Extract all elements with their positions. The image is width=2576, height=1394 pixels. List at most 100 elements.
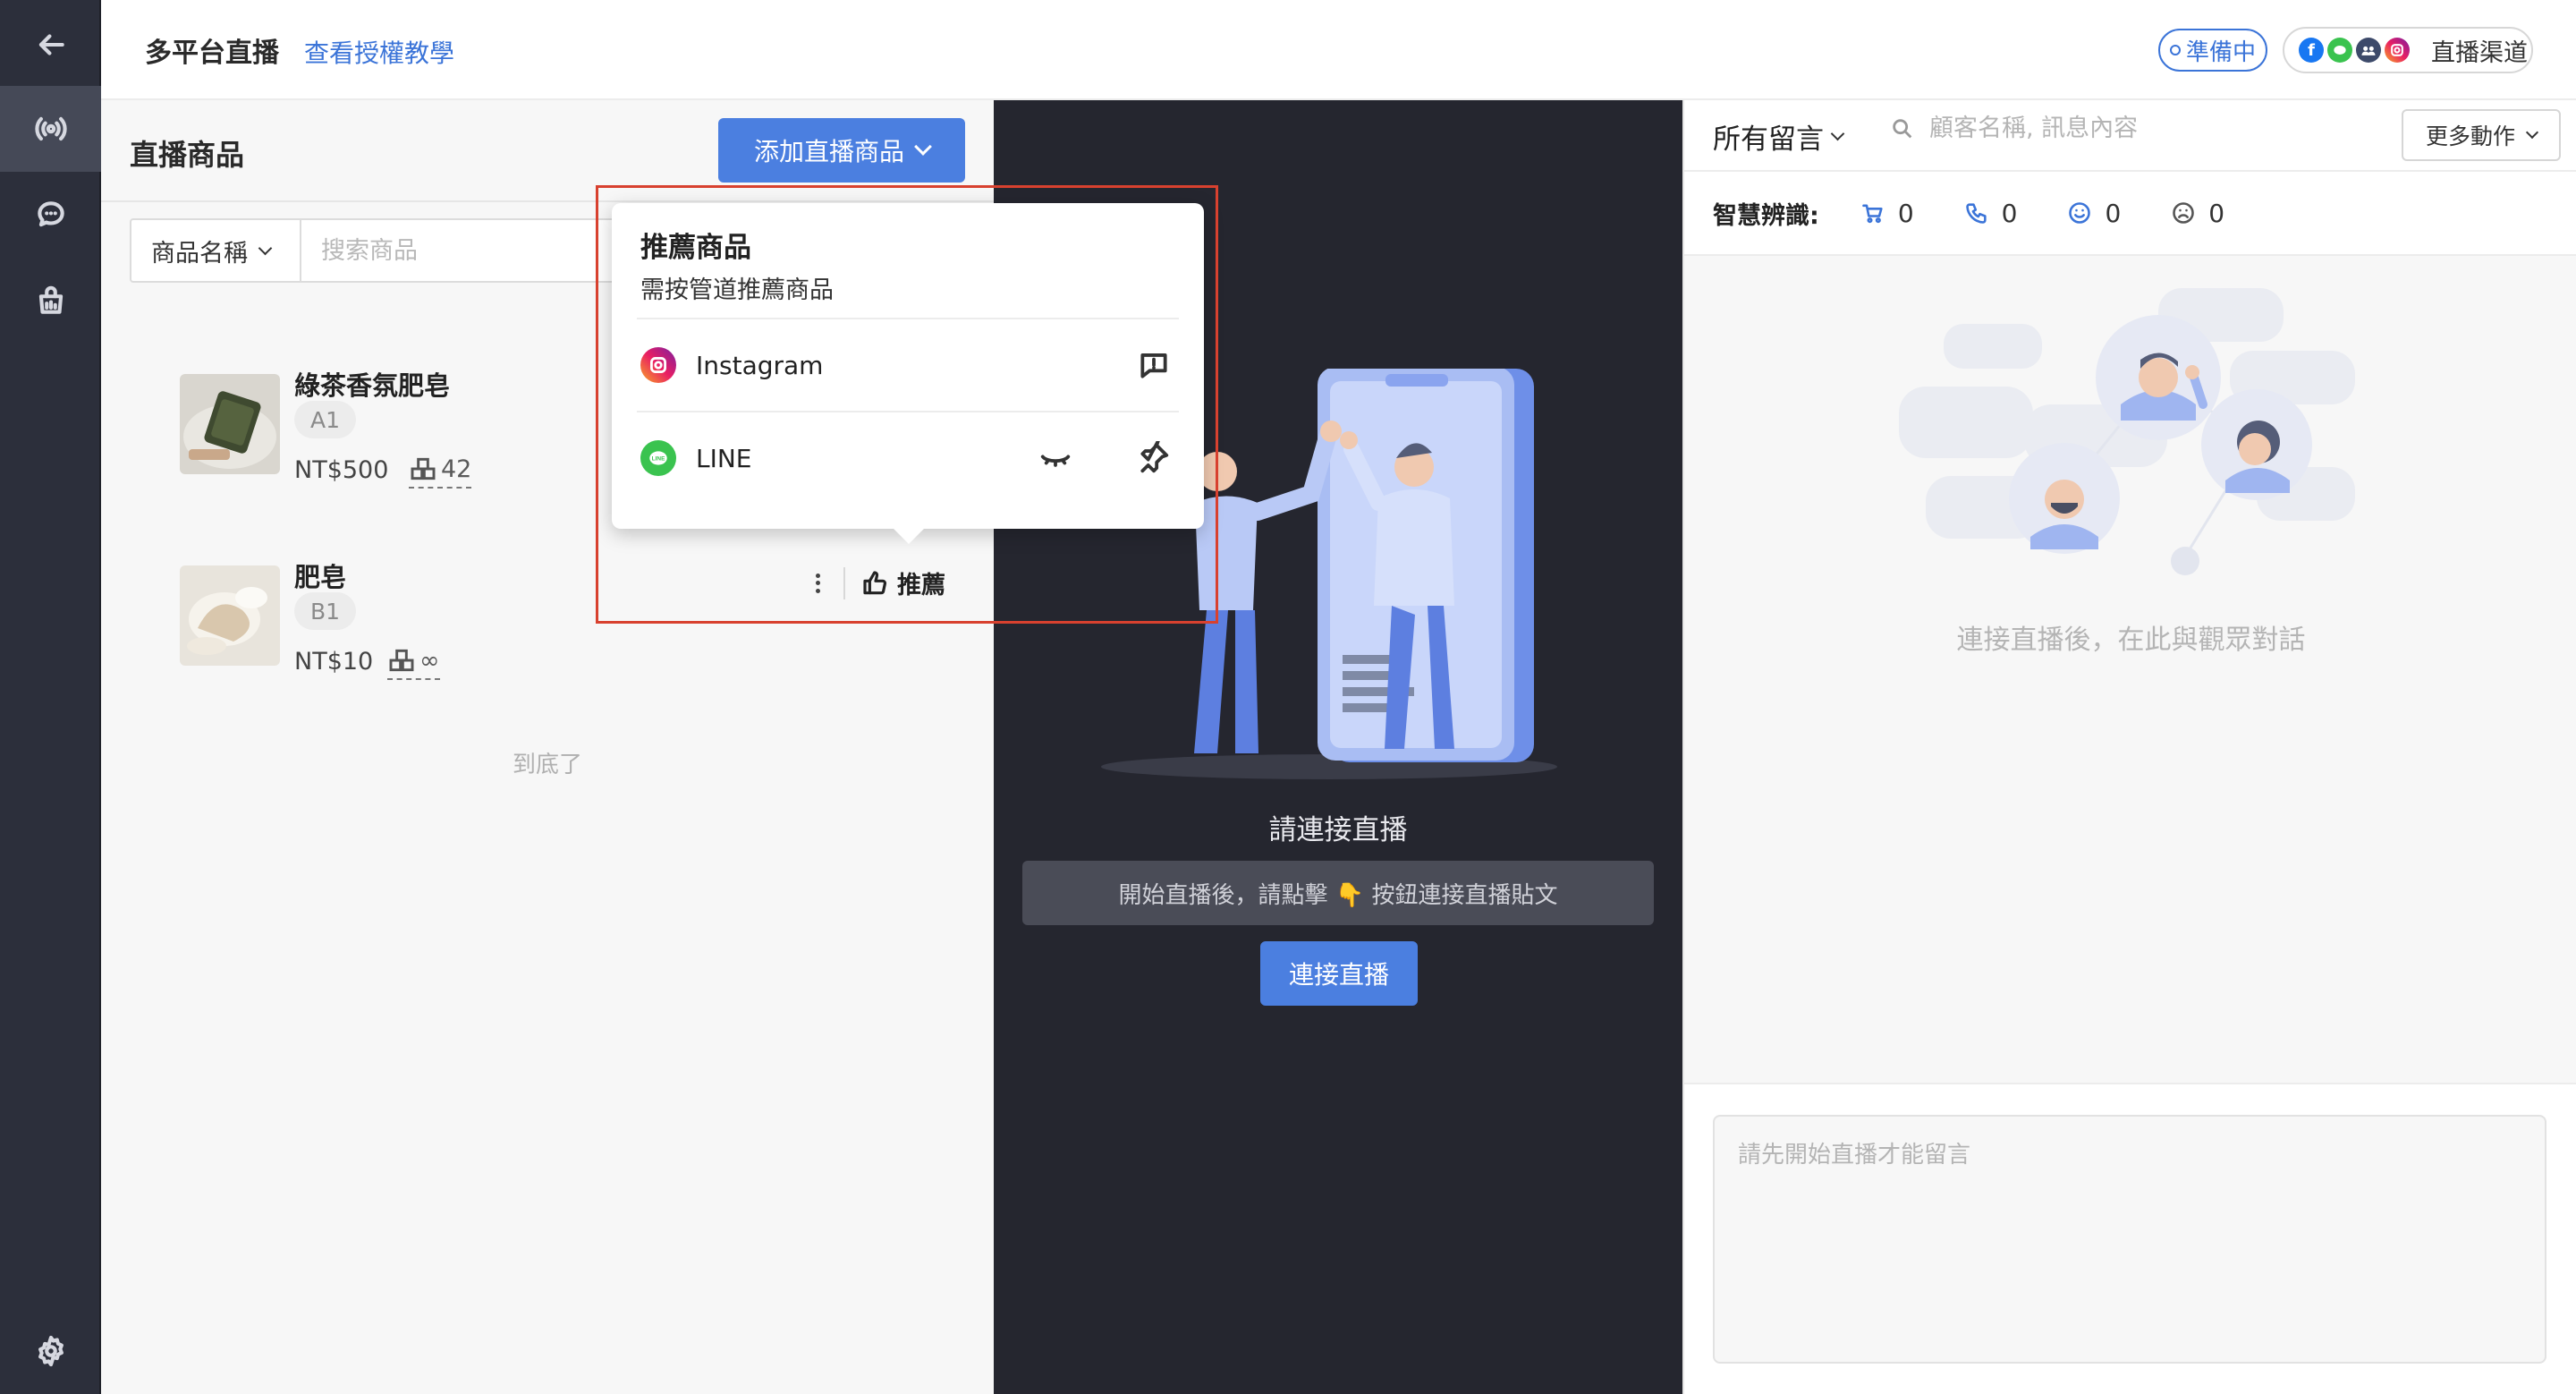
phone-icon xyxy=(1965,203,1987,224)
products-title: 直播商品 xyxy=(130,138,245,172)
tutorial-link[interactable]: 查看授權教學 xyxy=(304,34,454,70)
stock-count: 42 xyxy=(441,455,472,483)
facebook-icon: f xyxy=(2299,38,2324,63)
popover-channel-line: LINE LINE xyxy=(637,411,1179,504)
filter-field-select[interactable]: 商品名稱 xyxy=(131,220,301,281)
inventory-icon xyxy=(411,457,436,480)
product-stock[interactable]: 42 xyxy=(409,455,472,489)
hide-action-button[interactable] xyxy=(1036,438,1075,478)
product-filter: 商品名稱 xyxy=(130,218,631,283)
add-product-button[interactable]: 添加直播商品 xyxy=(718,118,965,183)
smart-filter-happy[interactable]: 0 xyxy=(2067,199,2121,228)
count-value: 0 xyxy=(2208,198,2225,228)
instagram-icon xyxy=(2385,38,2410,63)
comment-search xyxy=(1890,115,2341,142)
smart-detect-label: 智慧辨識: xyxy=(1713,201,1819,230)
connect-hint: 開始直播後，請點擊 👇 按鈕連接直播貼文 xyxy=(1022,861,1654,925)
recommend-label: 推薦 xyxy=(897,572,945,599)
comments-header: 所有留言 更多動作 xyxy=(1684,100,2576,172)
cart-icon xyxy=(1862,204,1883,224)
nav-messages[interactable] xyxy=(0,172,101,258)
product-image xyxy=(180,565,280,666)
composer-area xyxy=(1684,1083,2576,1394)
smart-filter-sad[interactable]: 0 xyxy=(2171,199,2224,228)
chevron-down-icon xyxy=(914,138,932,156)
smart-filter-cart[interactable]: 0 xyxy=(1860,199,1914,228)
product-tag: A1 xyxy=(294,401,357,438)
frown-icon xyxy=(2173,202,2195,224)
channel-name: LINE xyxy=(696,443,752,473)
back-button[interactable] xyxy=(0,2,101,88)
channel-name: Instagram xyxy=(696,350,824,380)
comment-action-button[interactable] xyxy=(1134,345,1174,385)
product-price: NT$10 xyxy=(294,648,374,676)
comment-filter-dropdown[interactable]: 所有留言 xyxy=(1713,116,1845,157)
nav-settings[interactable] xyxy=(0,1308,101,1394)
chat-bubble-icon xyxy=(37,201,64,227)
comment-search-input[interactable] xyxy=(1929,115,2341,142)
product-tag: B1 xyxy=(294,592,357,630)
top-bar: 多平台直播 查看授權教學 準備中 f 直播渠道 xyxy=(101,0,2576,100)
inventory-icon xyxy=(389,649,414,672)
chevron-down-icon xyxy=(2525,125,2539,140)
popover-channel-instagram: Instagram xyxy=(637,318,1179,411)
count-value: 0 xyxy=(2001,198,2018,228)
instagram-icon xyxy=(640,347,676,383)
stock-count: ∞ xyxy=(419,646,440,675)
product-image xyxy=(180,374,280,474)
product-name: 肥皂 xyxy=(294,562,347,592)
nav-live[interactable] xyxy=(0,86,101,172)
products-header: 直播商品 添加直播商品 xyxy=(101,100,994,202)
shop-bag-icon xyxy=(38,285,63,314)
smile-icon xyxy=(2069,202,2091,224)
recommend-button[interactable]: 推薦 xyxy=(861,565,945,600)
status-text: 準備中 xyxy=(2185,38,2256,66)
pin-icon xyxy=(1140,441,1169,473)
product-name: 綠茶香氛肥皂 xyxy=(294,370,451,401)
live-channels-button[interactable]: f 直播渠道 xyxy=(2283,27,2533,73)
list-end-text: 到底了 xyxy=(512,752,582,778)
arrow-left-icon xyxy=(38,34,64,55)
search-icon xyxy=(1893,118,1912,138)
svg-text:LINE: LINE xyxy=(652,456,665,463)
pin-action-button[interactable] xyxy=(1134,438,1174,478)
add-product-label: 添加直播商品 xyxy=(753,137,904,166)
comment-composer[interactable] xyxy=(1713,1115,2546,1364)
group-icon xyxy=(2356,38,2381,63)
popover-subtitle: 需按管道推薦商品 xyxy=(640,276,834,304)
thumbs-up-icon xyxy=(863,570,887,594)
connect-live-button[interactable]: 連接直播 xyxy=(1260,941,1418,1006)
recommend-popover: 推薦商品 需按管道推薦商品 Instagram LINE LINE xyxy=(612,203,1204,544)
message-alert-icon xyxy=(1140,353,1167,378)
line-icon: LINE xyxy=(640,440,676,476)
page-title: 多平台直播 xyxy=(145,38,279,69)
line-icon xyxy=(2327,38,2352,63)
count-value: 0 xyxy=(2105,198,2122,228)
chevron-down-icon xyxy=(258,241,273,255)
gear-icon xyxy=(38,1335,64,1367)
product-search-input[interactable] xyxy=(301,220,629,281)
status-dot-icon xyxy=(2169,45,2181,55)
empty-comments-text: 連接直播後，在此與觀眾對話 xyxy=(1956,625,2306,656)
product-stock[interactable]: ∞ xyxy=(387,646,440,680)
smart-filter-phone[interactable]: 0 xyxy=(1964,198,2018,228)
status-badge: 準備中 xyxy=(2158,29,2267,72)
broadcast-icon xyxy=(34,116,67,141)
count-value: 0 xyxy=(1897,198,1914,228)
empty-chat-illustration xyxy=(1899,288,2355,575)
comment-filter-label: 所有留言 xyxy=(1713,123,1824,156)
smart-detect-bar: 智慧辨識: 0 0 0 0 xyxy=(1684,172,2576,256)
more-actions-button[interactable]: 更多動作 xyxy=(2402,109,2561,161)
channels-label: 直播渠道 xyxy=(2431,38,2528,67)
popover-title: 推薦商品 xyxy=(640,232,751,264)
divider xyxy=(843,566,845,599)
more-options-icon[interactable] xyxy=(808,570,827,597)
product-actions: 推薦 xyxy=(808,565,945,600)
left-rail xyxy=(0,0,101,1394)
filter-select-label: 商品名稱 xyxy=(151,239,248,268)
more-actions-label: 更多動作 xyxy=(2425,123,2515,149)
connect-prompt: 請連接直播 xyxy=(1268,814,1408,846)
nav-store[interactable] xyxy=(0,258,101,344)
comments-panel: 所有留言 更多動作 智慧辨識: 0 0 0 0 xyxy=(1682,100,2576,1394)
product-price: NT$500 xyxy=(294,456,389,484)
